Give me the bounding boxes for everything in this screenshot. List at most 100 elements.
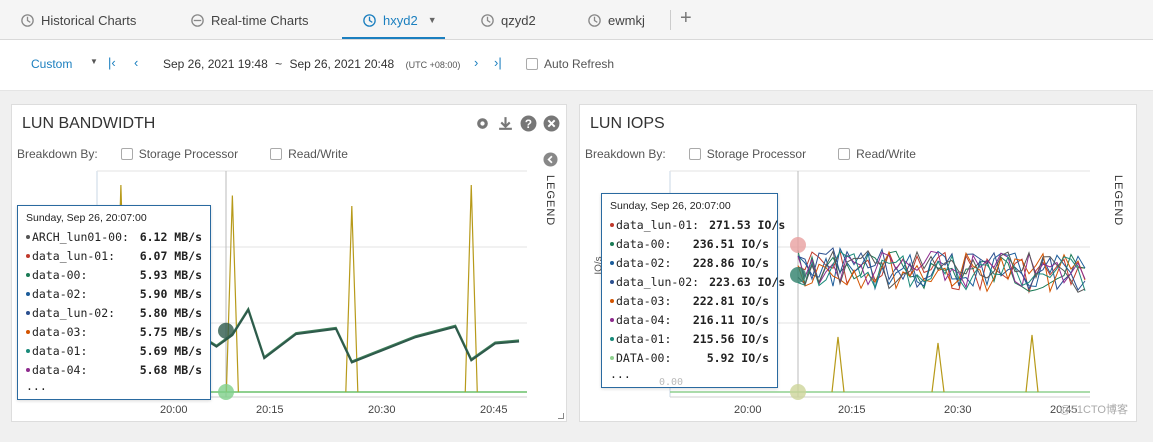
breakdown-read-write[interactable]: Read/Write	[270, 147, 348, 161]
series-name: data-01:	[32, 343, 88, 358]
spike-line	[225, 195, 239, 392]
tooltip-series-label: data_lun-02:	[26, 306, 115, 320]
series-dot-icon	[26, 253, 30, 258]
chevron-down-icon[interactable]: ▼	[428, 15, 437, 25]
series-dot-icon	[610, 336, 614, 341]
x-tick-label: 20:00	[160, 404, 188, 416]
chart-clock-icon	[363, 13, 376, 27]
legend-toggle[interactable]: LEGEND	[544, 175, 556, 226]
jump-start-icon[interactable]: |‹	[108, 55, 116, 70]
series-name: data-03:	[32, 324, 88, 339]
series-dot-icon	[26, 291, 30, 296]
tooltip-more: ...	[26, 379, 47, 393]
series-value: 6.12 MB/s	[139, 229, 202, 244]
x-tick-label: 20:30	[944, 404, 972, 416]
tab-ewmkj[interactable]: ewmkj	[587, 0, 645, 40]
checkbox[interactable]	[120, 148, 133, 160]
download-icon[interactable]	[497, 115, 514, 132]
legend-toggle[interactable]: LEGEND	[1112, 175, 1124, 226]
checkbox[interactable]	[526, 58, 538, 70]
chart-clock-icon	[588, 13, 601, 27]
x-tick-label: 20:30	[368, 404, 396, 416]
hover-marker	[218, 322, 234, 339]
close-icon[interactable]	[543, 115, 560, 132]
tab-label: Historical Charts	[41, 12, 137, 28]
series-name: data-04:	[616, 312, 672, 327]
tooltip-series-label: data_lun-02:	[610, 275, 699, 289]
option-label: Storage Processor	[138, 147, 239, 161]
series-name: data-04:	[32, 362, 88, 377]
add-tab-icon[interactable]: +	[680, 7, 692, 30]
option-label: Read/Write	[856, 147, 916, 161]
panel-lun-iops: LUN IOPS Breakdown By: Storage Processor…	[579, 104, 1137, 422]
time-range[interactable]: Sep 26, 2021 19:48 ~ Sep 26, 2021 20:48 …	[163, 57, 460, 71]
resize-handle[interactable]	[558, 413, 564, 419]
chart-clock-icon	[21, 13, 34, 27]
x-tick-label: 20:45	[480, 404, 508, 416]
tooltip-row: data_lun-01: 271.53 IO/s	[610, 215, 785, 234]
series-name: data-03:	[616, 293, 672, 308]
tab-bar: Historical Charts Real-time Charts hxyd2…	[0, 0, 1153, 40]
help-icon[interactable]: ?	[520, 115, 537, 132]
series-name: data_lun-01:	[32, 248, 116, 263]
prev-icon[interactable]: ‹	[134, 55, 138, 70]
breakdown-read-write[interactable]: Read/Write	[838, 147, 916, 161]
tooltip-series-label: data-03:	[26, 325, 87, 339]
series-name: data-02:	[32, 286, 88, 301]
tooltip-row: data_lun-02: 223.63 IO/s	[610, 272, 785, 291]
tooltip-row: data-02: 5.90 MB/s	[26, 284, 202, 303]
tab-qzyd2[interactable]: qzyd2	[480, 0, 536, 40]
tab-historical-charts[interactable]: Historical Charts	[20, 0, 136, 40]
chevron-down-icon[interactable]: ▼	[90, 57, 98, 66]
range-preset-select[interactable]: Custom	[31, 57, 72, 71]
series-value: 5.75 MB/s	[139, 324, 202, 339]
tooltip-series-label: data_lun-01:	[610, 218, 699, 232]
x-tick-label: 20:15	[256, 404, 284, 416]
series-dot-icon	[610, 355, 614, 360]
series-name: data-00:	[616, 236, 672, 251]
gear-icon[interactable]	[474, 115, 491, 132]
collapse-legend-icon[interactable]	[543, 152, 558, 167]
spike-line	[831, 336, 845, 393]
tooltip-series-label: data-02:	[26, 287, 87, 301]
tooltip-series-label: ARCH_lun01-00:	[26, 230, 129, 244]
series-value: 228.86 IO/s	[692, 255, 769, 270]
series-dot-icon	[26, 272, 30, 277]
auto-refresh-toggle[interactable]: Auto Refresh	[526, 57, 614, 71]
series-name: data-01:	[616, 331, 672, 346]
checkbox[interactable]	[688, 148, 701, 160]
tab-label: hxyd2	[383, 12, 418, 28]
series-value: 215.56 IO/s	[692, 331, 769, 346]
checkbox[interactable]	[270, 148, 283, 160]
tab-realtime-charts[interactable]: Real-time Charts	[190, 0, 309, 40]
y-zero-label: 0.00	[659, 377, 684, 388]
tooltip-row: DATA-00: 5.92 IO/s	[610, 348, 769, 367]
panel-lun-bandwidth: LUN BANDWIDTH ? Breakdown By: Storage Pr…	[11, 104, 567, 422]
breakdown-storage-processor[interactable]: Storage Processor	[120, 147, 239, 161]
tab-label: ewmkj	[608, 12, 645, 28]
panel-title: LUN IOPS	[590, 115, 665, 132]
series-dot-icon	[610, 279, 614, 284]
series-name: data_lun-01:	[616, 217, 700, 232]
breakdown-storage-processor[interactable]: Storage Processor	[688, 147, 806, 161]
series-value: 5.93 MB/s	[139, 267, 202, 282]
hover-marker	[790, 267, 806, 283]
panel-actions: ?	[474, 115, 560, 132]
tab-hxyd2[interactable]: hxyd2 ▼	[342, 0, 445, 40]
next-icon[interactable]: ›	[474, 55, 478, 70]
tooltip-series-label: data-00:	[610, 237, 671, 251]
hover-marker	[790, 237, 806, 253]
svg-text:?: ?	[525, 118, 532, 131]
tooltip-header: Sunday, Sep 26, 20:07:00	[610, 200, 731, 212]
tooltip-rows: data_lun-01: 271.53 IO/s data-00: 236.51 IO…	[610, 215, 785, 367]
checkbox[interactable]	[838, 148, 851, 160]
spike-line	[345, 205, 359, 392]
breakdown-label: Breakdown By:	[585, 147, 666, 161]
series-dot-icon	[610, 241, 614, 246]
series-value: 271.53 IO/s	[709, 217, 786, 232]
series-name: data_lun-02:	[616, 274, 700, 289]
tooltip-row: data-04: 216.11 IO/s	[610, 310, 769, 329]
timezone: (UTC +08:00)	[405, 60, 461, 70]
tooltip-series-label: data-02:	[610, 256, 671, 270]
jump-end-icon[interactable]: ›|	[494, 55, 502, 70]
